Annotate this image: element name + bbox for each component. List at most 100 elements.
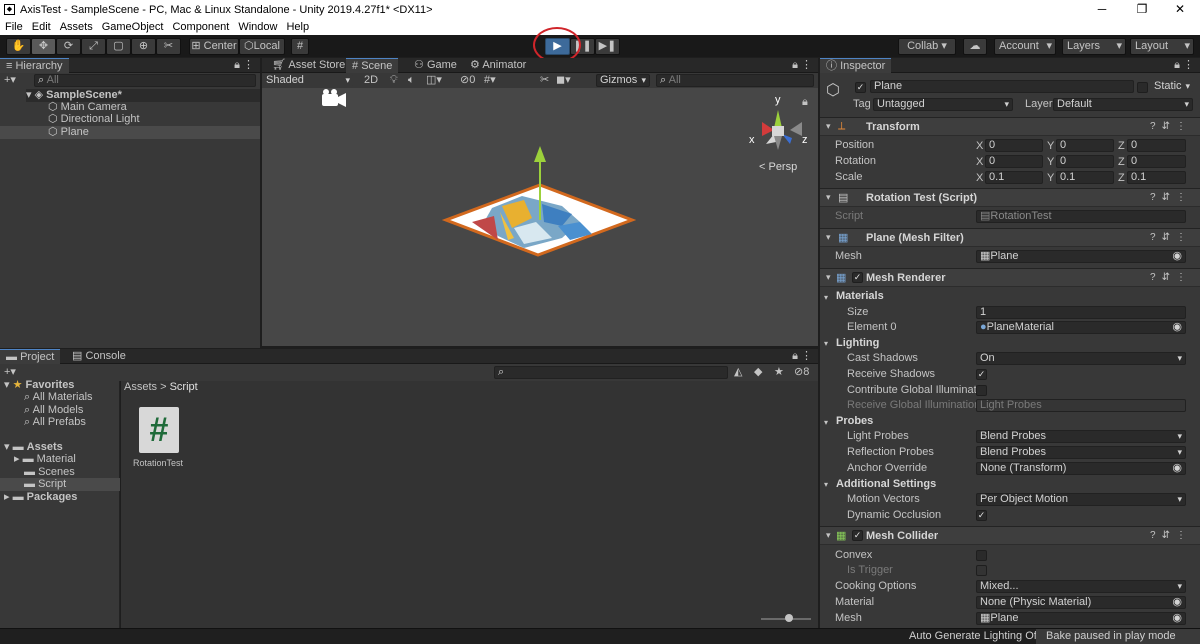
tag-dropdown[interactable]: Untagged xyxy=(873,98,1013,111)
favorite-star-icon[interactable]: ★ xyxy=(774,366,784,379)
object-picker-icon[interactable]: ◉ xyxy=(1172,463,1182,474)
tab-animator[interactable]: ⚙ Animator xyxy=(464,58,532,73)
foldout-icon[interactable]: ▾ xyxy=(824,480,828,489)
lock-icon[interactable]: 🔒︎ xyxy=(1174,59,1180,72)
help-settings-menu-icon[interactable]: ?⇵⋮ xyxy=(1150,192,1192,203)
layers-dropdown[interactable]: Layers ▾ xyxy=(1062,38,1126,55)
transform-header[interactable]: ▾ ⟂ Transform ?⇵⋮ xyxy=(820,117,1200,136)
position-y-field[interactable]: 0 xyxy=(1056,139,1114,152)
maximize-button[interactable]: ❐ xyxy=(1122,0,1162,19)
filter-by-label-icon[interactable]: ◆ xyxy=(754,366,762,379)
static-dropdown[interactable]: Static xyxy=(1150,80,1194,93)
position-z-field[interactable]: 0 xyxy=(1127,139,1186,152)
step-button[interactable]: ▶❚ xyxy=(595,38,620,55)
foldout-icon[interactable]: ▾ xyxy=(824,339,828,348)
menu-dots-icon[interactable]: ⋮ xyxy=(801,58,812,71)
rotate-tool-icon[interactable]: ⟳ xyxy=(56,38,81,55)
probes-section[interactable]: Probes xyxy=(836,415,873,427)
hidden-packages-toggle[interactable]: ⊘8 xyxy=(794,366,809,379)
shading-dropdown[interactable]: Shaded xyxy=(262,74,354,87)
tools-icon[interactable]: ✂ xyxy=(540,74,549,87)
lighting-toggle-icon[interactable]: 💡︎ xyxy=(390,74,398,87)
anchor-override-field[interactable]: None (Transform) ◉ xyxy=(976,462,1186,475)
create-asset-button[interactable]: +▾ xyxy=(4,366,16,379)
scene-search[interactable]: ⌕ All xyxy=(656,74,814,87)
lighting-section[interactable]: Lighting xyxy=(836,337,879,349)
scale-z-field[interactable]: 0.1 xyxy=(1127,171,1186,184)
breadcrumb-assets[interactable]: Assets xyxy=(124,381,157,393)
2d-toggle[interactable]: 2D xyxy=(364,74,378,87)
layer-dropdown[interactable]: Default xyxy=(1053,98,1193,111)
tab-game[interactable]: ⚇ Game xyxy=(408,58,463,73)
scale-y-field[interactable]: 0.1 xyxy=(1056,171,1114,184)
gizmo-lock-icon[interactable]: 🔒︎ xyxy=(802,96,808,109)
object-picker-icon[interactable]: ◉ xyxy=(1172,597,1182,608)
materials-section[interactable]: Materials xyxy=(836,290,884,302)
static-checkbox[interactable] xyxy=(1137,82,1148,93)
position-x-field[interactable]: 0 xyxy=(985,139,1043,152)
favorite-item[interactable]: ⌕ All Prefabs xyxy=(24,416,86,429)
help-settings-menu-icon[interactable]: ?⇵⋮ xyxy=(1150,530,1192,541)
cooking-options-dropdown[interactable]: Mixed... xyxy=(976,580,1186,593)
scene-canvas[interactable] xyxy=(262,88,818,346)
convex-checkbox[interactable] xyxy=(976,550,987,561)
element0-field[interactable]: ●PlaneMaterial ◉ xyxy=(976,321,1186,334)
lock-icon[interactable]: 🔒︎ xyxy=(792,350,798,363)
script-component-header[interactable]: ▾ ▤ Rotation Test (Script) ?⇵⋮ xyxy=(820,188,1200,207)
cloud-icon[interactable]: ☁ xyxy=(963,38,987,55)
grid-toggle-icon[interactable]: #▾ xyxy=(484,74,496,87)
tab-console[interactable]: ▤ Console xyxy=(66,349,132,364)
rect-tool-icon[interactable]: ▢ xyxy=(106,38,131,55)
account-dropdown[interactable]: Account ▾ xyxy=(994,38,1056,55)
mesh-renderer-header[interactable]: ▾ ▦ ✓ Mesh Renderer ?⇵⋮ xyxy=(820,268,1200,287)
mesh-collider-enabled-checkbox[interactable]: ✓ xyxy=(852,530,863,541)
menu-dots-icon[interactable]: ⋮ xyxy=(1183,58,1194,71)
contribute-gi-checkbox[interactable] xyxy=(976,385,987,396)
menu-help[interactable]: Help xyxy=(281,19,313,33)
camera-settings-icon[interactable]: ◼▾ xyxy=(556,74,571,87)
object-picker-icon[interactable]: ◉ xyxy=(1172,251,1182,262)
rotation-x-field[interactable]: 0 xyxy=(985,155,1043,168)
materials-size-field[interactable]: 1 xyxy=(976,306,1186,319)
reflection-probes-dropdown[interactable]: Blend Probes xyxy=(976,446,1186,459)
receive-shadows-checkbox[interactable]: ✓ xyxy=(976,369,987,380)
cast-shadows-dropdown[interactable]: On xyxy=(976,352,1186,365)
move-tool-icon[interactable]: ✥ xyxy=(31,38,56,55)
minimize-button[interactable]: ─ xyxy=(1082,0,1122,19)
menu-edit[interactable]: Edit xyxy=(27,19,55,33)
mesh-field[interactable]: ▦Plane ◉ xyxy=(976,250,1186,263)
tab-inspector[interactable]: ⓘ Inspector xyxy=(820,58,892,73)
mesh-collider-header[interactable]: ▾ ▦ ✓ Mesh Collider ?⇵⋮ xyxy=(820,526,1200,545)
effects-dropdown-icon[interactable]: ◫▾ xyxy=(426,74,442,87)
object-picker-icon[interactable]: ◉ xyxy=(1172,322,1182,333)
transform-tool-icon[interactable]: ⊕ xyxy=(131,38,156,55)
rotation-z-field[interactable]: 0 xyxy=(1127,155,1186,168)
tab-project[interactable]: ▬ Project xyxy=(0,349,61,364)
custom-tool-icon[interactable]: ✂ xyxy=(156,38,181,55)
folder-script[interactable]: ▬ Script xyxy=(0,478,120,491)
help-settings-menu-icon[interactable]: ?⇵⋮ xyxy=(1150,121,1192,132)
perspective-toggle[interactable]: < Persp xyxy=(759,161,797,173)
pivot-local-button[interactable]: ⬡Local xyxy=(239,38,285,55)
hand-tool-icon[interactable]: ✋ xyxy=(6,38,31,55)
scale-tool-icon[interactable]: ⤢ xyxy=(81,38,106,55)
packages-folder-row[interactable]: ▸ ▬ Packages xyxy=(4,491,77,504)
collab-button[interactable]: Collab ▾ xyxy=(898,38,956,55)
hidden-objects-toggle[interactable]: ⊘0 xyxy=(460,74,475,87)
menu-dots-icon[interactable]: ⋮ xyxy=(801,349,812,362)
create-button[interactable]: +▾ xyxy=(4,74,16,87)
light-probes-dropdown[interactable]: Blend Probes xyxy=(976,430,1186,443)
pivot-center-button[interactable]: ⊞ Center xyxy=(189,38,239,55)
physic-material-field[interactable]: None (Physic Material) ◉ xyxy=(976,596,1186,609)
scene-view[interactable]: y x z 🔒︎ < Persp xyxy=(262,88,818,346)
rotation-y-field[interactable]: 0 xyxy=(1056,155,1114,168)
csharp-script-icon[interactable]: # xyxy=(139,407,179,453)
active-checkbox[interactable]: ✓ xyxy=(855,82,866,93)
asset-file-label[interactable]: RotationTest xyxy=(133,457,183,470)
foldout-icon[interactable]: ▾ xyxy=(824,293,828,302)
object-name-field[interactable]: Plane xyxy=(870,80,1134,93)
tab-scene[interactable]: # Scene xyxy=(346,58,399,73)
collider-mesh-field[interactable]: ▦Plane ◉ xyxy=(976,612,1186,625)
tab-asset-store[interactable]: 🛒︎ Asset Store xyxy=(266,58,351,73)
hierarchy-item-plane[interactable]: ⬡ Plane xyxy=(0,126,260,139)
